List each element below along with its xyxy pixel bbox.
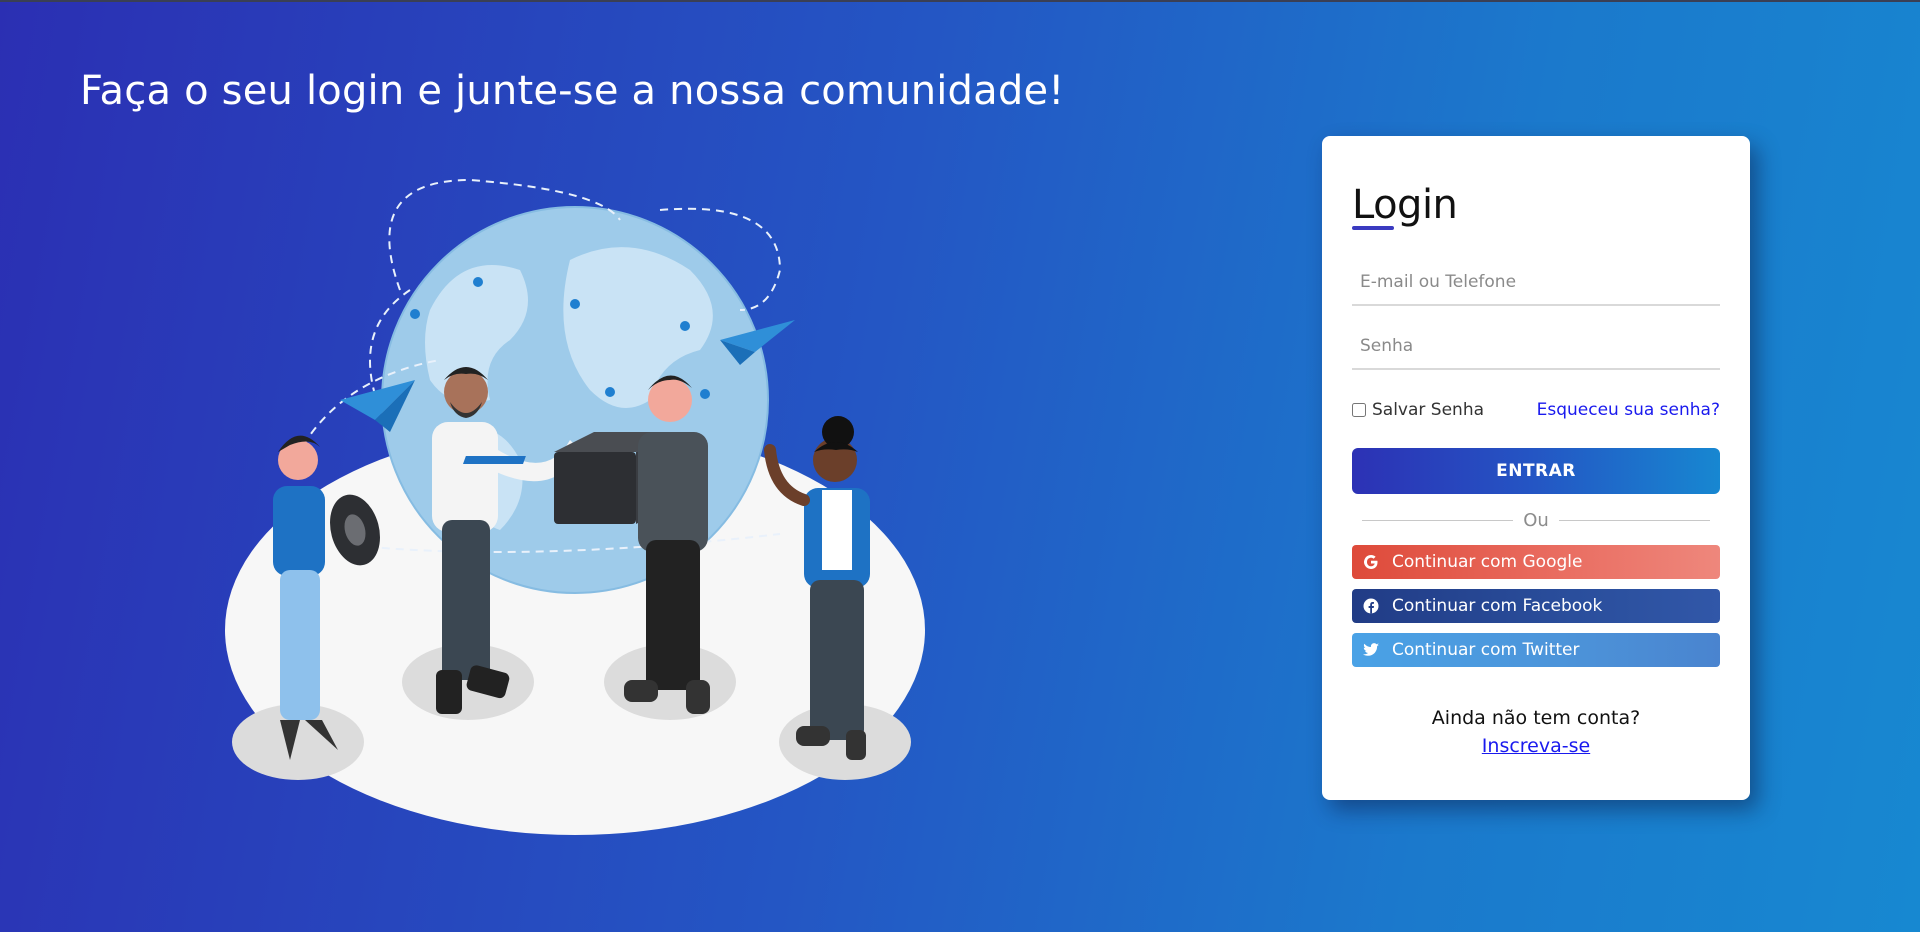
signup-section: Ainda não tem conta? Inscreva-se	[1352, 707, 1720, 757]
password-field[interactable]	[1352, 326, 1720, 370]
divider-line-right	[1558, 520, 1711, 521]
twitter-login-label: Continuar com Twitter	[1392, 640, 1580, 660]
login-card: Login Salvar Senha Esqueceu sua senha? E…	[1322, 136, 1750, 800]
signup-prompt: Ainda não tem conta?	[1431, 707, 1641, 729]
google-login-label: Continuar com Google	[1392, 552, 1583, 572]
or-divider: Ou	[1352, 510, 1720, 531]
forgot-password-link[interactable]: Esqueceu sua senha?	[1537, 400, 1720, 420]
login-options: Salvar Senha Esqueceu sua senha?	[1352, 400, 1720, 420]
remember-checkbox[interactable]	[1352, 403, 1366, 417]
divider-line-left	[1362, 520, 1514, 521]
google-login-button[interactable]: Continuar com Google	[1352, 545, 1720, 579]
facebook-icon	[1362, 597, 1380, 615]
remember-password[interactable]: Salvar Senha	[1352, 400, 1484, 420]
page-headline: Faça o seu login e junte-se a nossa comu…	[80, 68, 1065, 114]
top-border	[0, 0, 1920, 2]
email-field[interactable]	[1352, 262, 1720, 306]
divider-label: Ou	[1523, 510, 1549, 531]
facebook-login-button[interactable]: Continuar com Facebook	[1352, 589, 1720, 623]
password-field-wrapper	[1352, 326, 1720, 370]
login-title: Login	[1352, 182, 1458, 230]
google-icon	[1362, 553, 1380, 571]
twitter-icon	[1362, 641, 1380, 659]
facebook-login-label: Continuar com Facebook	[1392, 596, 1603, 616]
community-globe-illustration	[225, 178, 925, 835]
twitter-login-button[interactable]: Continuar com Twitter	[1352, 633, 1720, 667]
remember-label: Salvar Senha	[1372, 400, 1485, 420]
login-submit-button[interactable]: ENTRAR	[1352, 448, 1720, 494]
signup-link[interactable]: Inscreva-se	[1352, 735, 1720, 757]
email-field-wrapper	[1352, 262, 1720, 306]
